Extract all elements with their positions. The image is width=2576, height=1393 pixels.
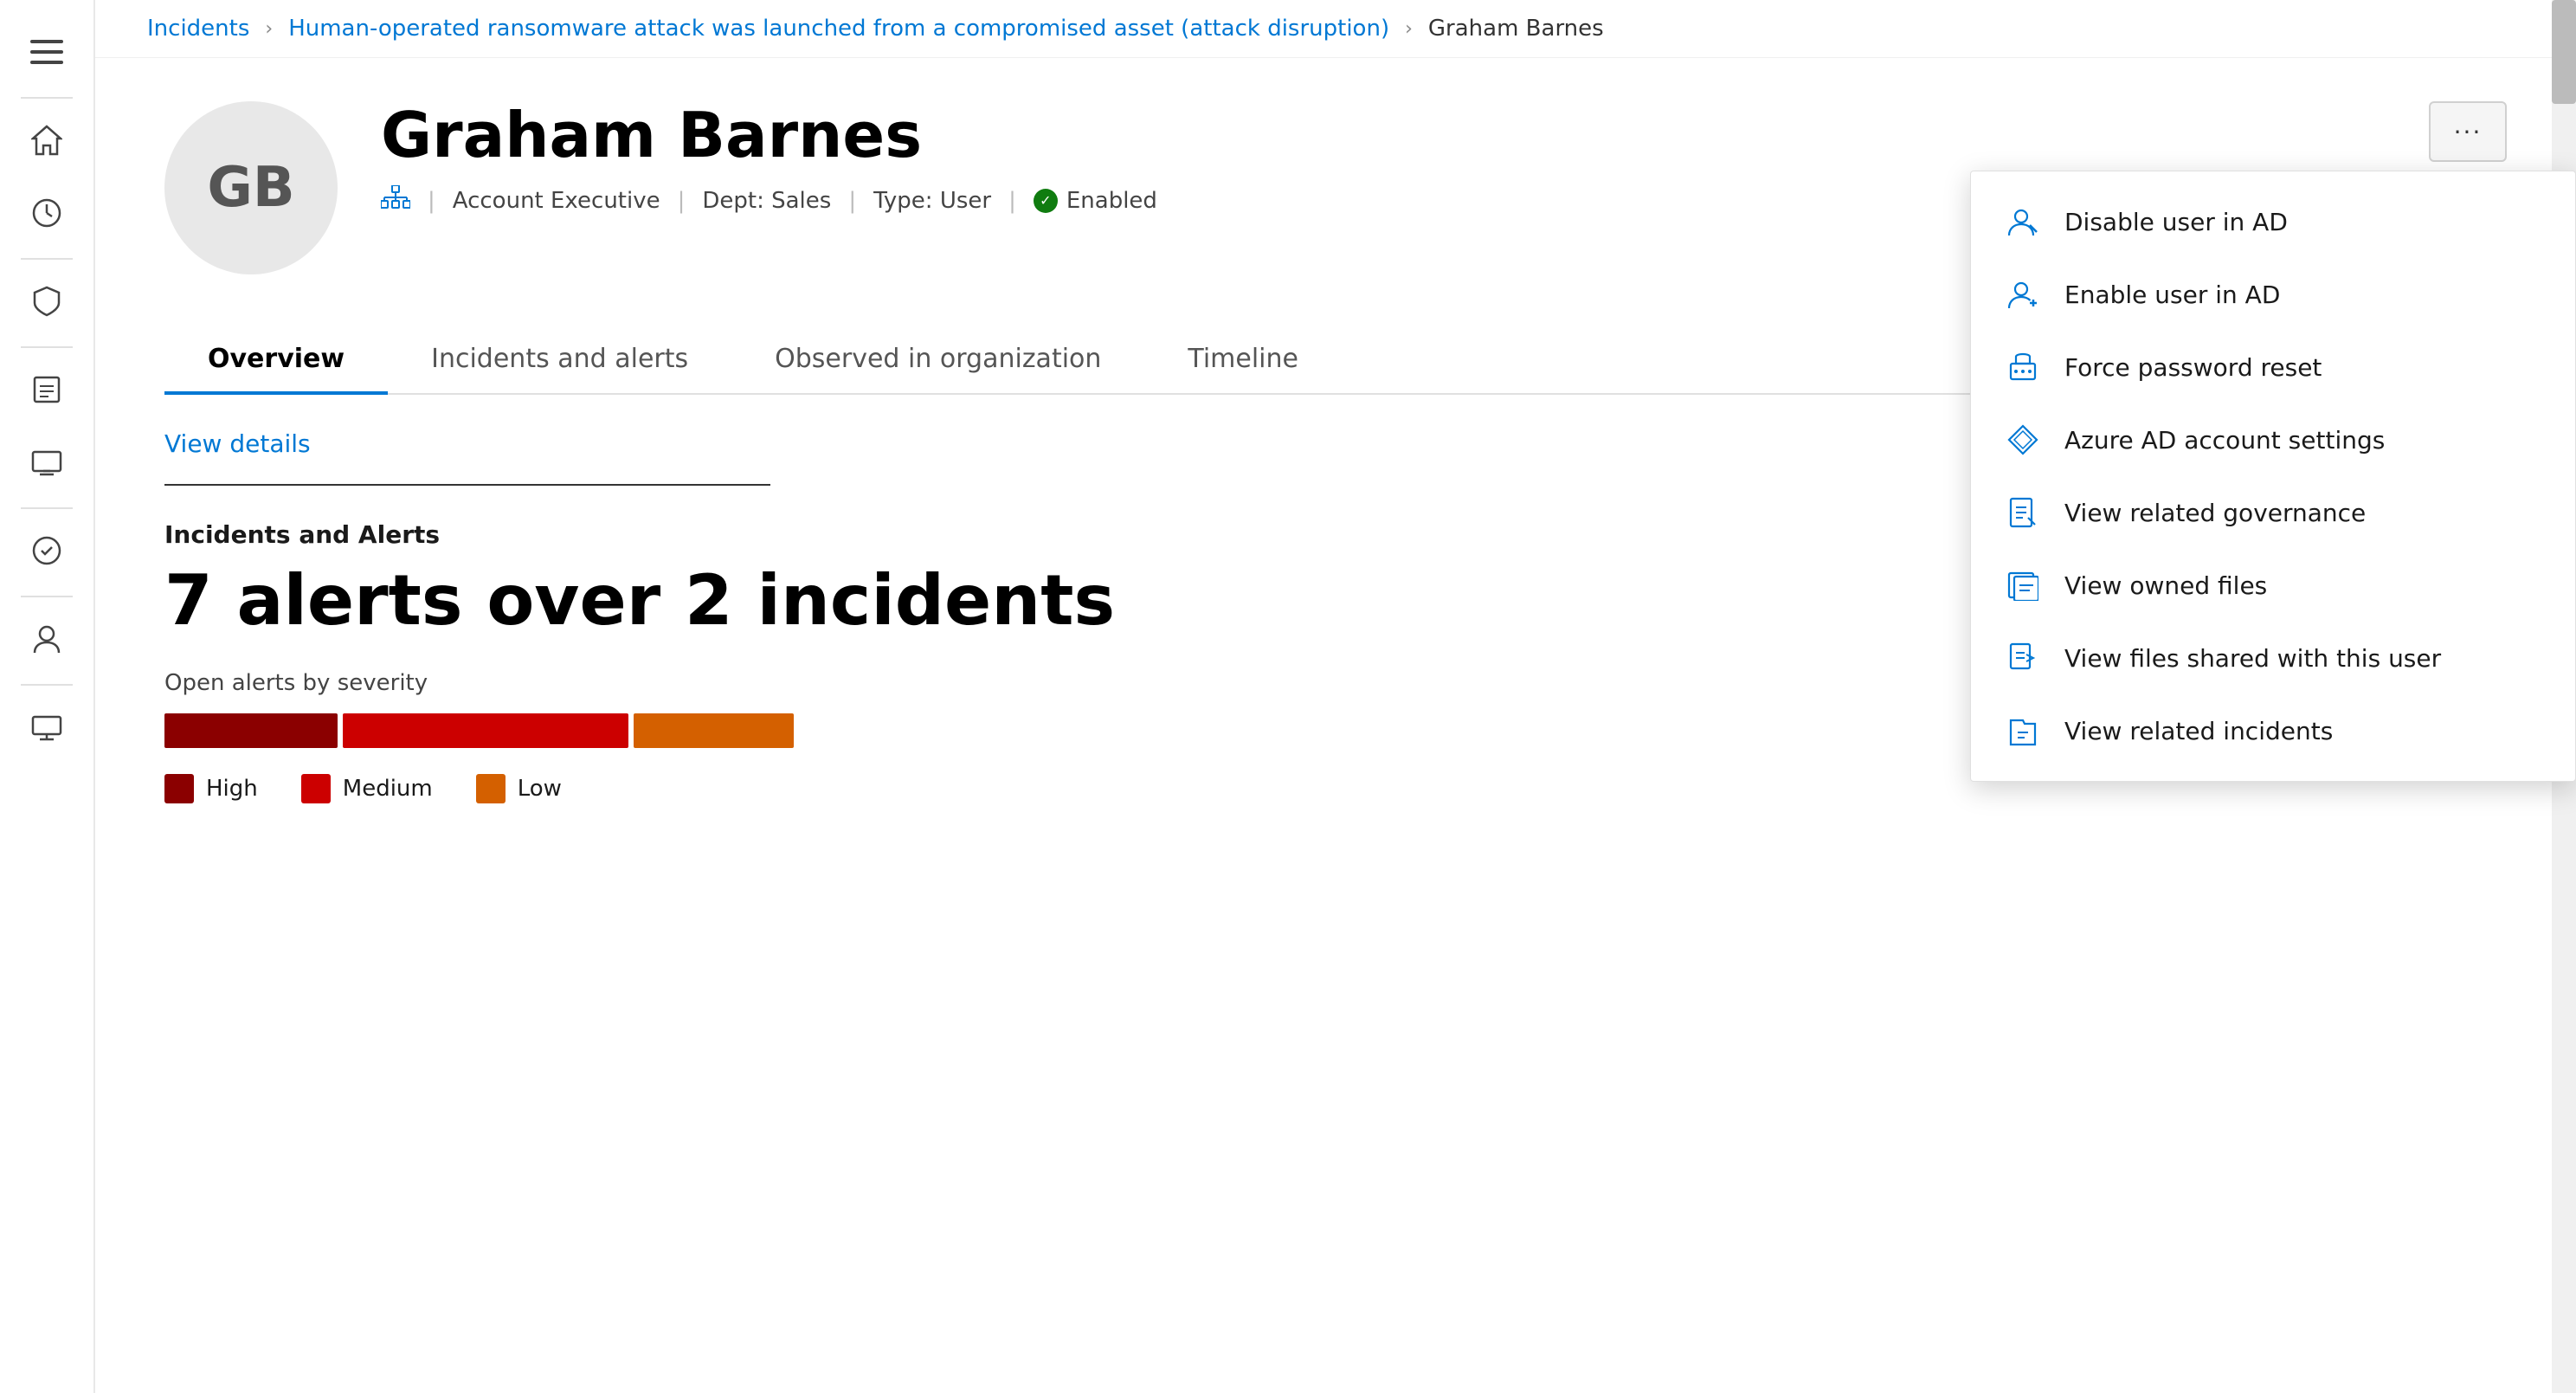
sidebar-divider-4 [21,507,73,509]
status-enabled: ✓ Enabled [1034,188,1157,214]
legend-label-high: High [206,776,258,802]
home-icon[interactable] [12,106,81,175]
breadcrumb-incident-title[interactable]: Human-operated ransomware attack was lau… [288,16,1389,42]
owned-files-icon [2006,568,2040,603]
sidebar-divider-5 [21,596,73,597]
device-icon[interactable] [12,428,81,497]
sidebar-divider-1 [21,97,73,99]
bar-high [164,713,338,748]
breadcrumb-user: Graham Barnes [1428,16,1604,42]
dropdown-related-incidents[interactable]: View related incidents [1971,694,2575,767]
profile-role: Account Executive [453,188,660,214]
status-label: Enabled [1066,188,1157,214]
bar-low [634,713,794,748]
profile-type: Type: User [873,188,991,214]
main-content: Incidents › Human-operated ransomware at… [95,0,2576,1393]
force-pwd-label: Force password reset [2064,353,2322,382]
governance-icon [2006,495,2040,530]
enable-ad-label: Enable user in AD [2064,281,2280,309]
person-icon[interactable] [12,604,81,674]
avatar: GB [164,101,338,274]
clock-icon[interactable] [12,178,81,248]
tab-overview[interactable]: Overview [164,326,388,395]
scrollbar-thumb[interactable] [2552,0,2576,104]
breadcrumb-sep-2: › [1405,18,1413,40]
dropdown-shared-files[interactable]: View files shared with this user [1971,622,2575,694]
dropdown-owned-files[interactable]: View owned files [1971,549,2575,622]
legend-high: High [164,774,258,803]
profile-dept: Dept: Sales [702,188,831,214]
azure-ad-label: Azure AD account settings [2064,426,2385,455]
sidebar [0,0,95,1393]
sidebar-divider-3 [21,346,73,348]
screen2-icon[interactable] [12,693,81,762]
status-dot: ✓ [1034,189,1058,213]
org-chart-icon [381,185,410,216]
dropdown-disable-ad[interactable]: Disable user in AD [1971,185,2575,258]
security2-icon[interactable] [12,516,81,585]
azure-ad-icon [2006,422,2040,457]
tab-timeline[interactable]: Timeline [1144,326,1342,395]
dropdown-enable-ad[interactable]: Enable user in AD [1971,258,2575,331]
related-incidents-icon [2006,713,2040,748]
profile-name: Graham Barnes [381,101,2507,170]
governance-label: View related governance [2064,499,2366,527]
dropdown-governance[interactable]: View related governance [1971,476,2575,549]
legend-swatch-low [476,774,506,803]
legend-label-medium: Medium [343,776,433,802]
dropdown-force-pwd[interactable]: Force password reset [1971,331,2575,403]
legend-swatch-high [164,774,194,803]
shared-files-label: View files shared with this user [2064,644,2441,673]
legend-label-low: Low [518,776,562,802]
more-button[interactable]: ··· [2429,101,2507,162]
force-pwd-icon [2006,350,2040,384]
sidebar-divider-2 [21,258,73,260]
shield-icon[interactable] [12,267,81,336]
shared-files-icon [2006,641,2040,675]
breadcrumb-sep-1: › [265,18,273,40]
owned-files-label: View owned files [2064,571,2267,600]
dropdown-menu: Disable user in AD Enable user in AD [1970,171,2576,782]
tab-incidents[interactable]: Incidents and alerts [388,326,731,395]
sidebar-divider-6 [21,684,73,686]
content-area: GB Graham Barnes [95,58,2576,1393]
disable-ad-label: Disable user in AD [2064,208,2288,236]
section-divider [164,484,770,486]
disable-ad-icon [2006,204,2040,239]
hamburger-icon[interactable] [12,17,81,87]
breadcrumb: Incidents › Human-operated ransomware at… [95,0,2576,58]
dropdown-azure-ad[interactable]: Azure AD account settings [1971,403,2575,476]
enable-ad-icon [2006,277,2040,312]
view-details-link[interactable]: View details [164,429,311,458]
tab-observed[interactable]: Observed in organization [731,326,1144,395]
legend-medium: Medium [301,774,433,803]
legend-low: Low [476,774,562,803]
legend-swatch-medium [301,774,331,803]
breadcrumb-incidents[interactable]: Incidents [147,16,249,42]
report-icon[interactable] [12,355,81,424]
bar-medium [343,713,628,748]
more-icon: ··· [2454,118,2483,146]
related-incidents-label: View related incidents [2064,717,2333,745]
